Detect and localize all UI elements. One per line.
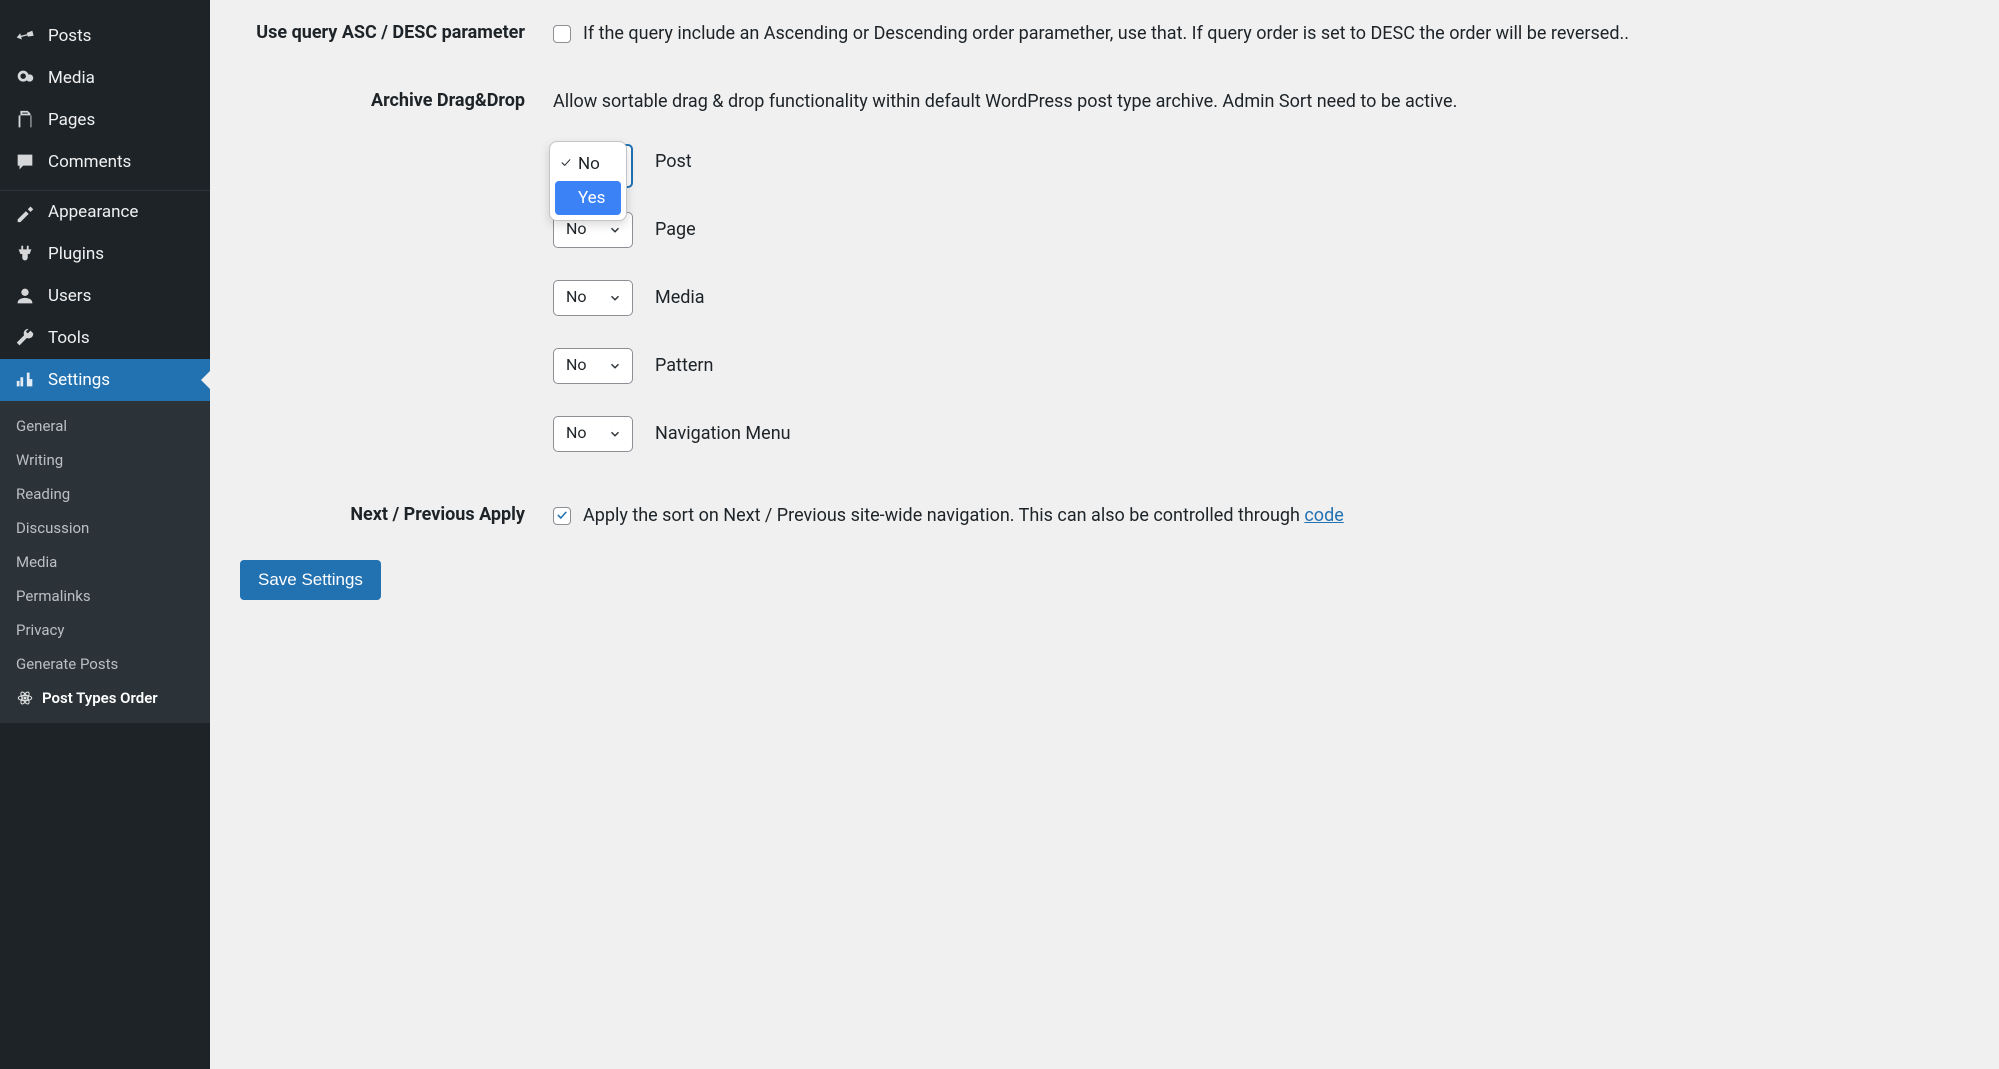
select-value: No: [566, 285, 587, 310]
sidebar-item-appearance[interactable]: Appearance: [0, 191, 210, 233]
atom-icon: [16, 689, 34, 707]
archive-row-post: ✓ No Yes Post: [553, 144, 1969, 180]
dropdown-option-no[interactable]: ✓ No: [555, 147, 621, 181]
archive-row-page: No Page: [553, 212, 1969, 248]
check-icon: ✓: [561, 153, 575, 175]
submenu-generate-posts[interactable]: Generate Posts: [0, 647, 210, 681]
sidebar-item-tools[interactable]: Tools: [0, 317, 210, 359]
nextprev-text: Apply the sort on Next / Previous site-w…: [583, 505, 1304, 526]
chevron-down-icon: [608, 427, 622, 441]
row-nextprev: Next / Previous Apply Apply the sort on …: [240, 502, 1969, 530]
settings-icon: [14, 369, 36, 391]
sidebar-label: Media: [48, 68, 95, 88]
option-label: No: [578, 151, 600, 177]
settings-submenu: General Writing Reading Discussion Media…: [0, 401, 210, 723]
submenu-general[interactable]: General: [0, 409, 210, 443]
users-icon: [14, 285, 36, 307]
appearance-icon: [14, 201, 36, 223]
archive-type-label: Page: [655, 216, 696, 244]
select-value: No: [566, 421, 587, 446]
submenu-permalinks[interactable]: Permalinks: [0, 579, 210, 613]
plugins-icon: [14, 243, 36, 265]
sidebar-item-posts[interactable]: Posts: [0, 15, 210, 57]
chevron-down-icon: [608, 223, 622, 237]
sidebar-label: Comments: [48, 152, 131, 172]
ascdesc-label: Use query ASC / DESC parameter: [240, 20, 525, 43]
nextprev-code-link[interactable]: code: [1304, 505, 1343, 526]
chevron-down-icon: [608, 291, 622, 305]
archive-row-navmenu: No Navigation Menu: [553, 416, 1969, 452]
pages-icon: [14, 109, 36, 131]
save-button[interactable]: Save Settings: [240, 560, 381, 600]
sidebar-item-media[interactable]: Media: [0, 57, 210, 99]
archive-type-label: Navigation Menu: [655, 420, 791, 448]
sidebar-label: Appearance: [48, 202, 138, 222]
row-archive: Archive Drag&Drop Allow sortable drag & …: [240, 88, 1969, 452]
submenu-privacy[interactable]: Privacy: [0, 613, 210, 647]
nextprev-checkbox[interactable]: [553, 507, 571, 525]
sidebar-label: Plugins: [48, 244, 104, 264]
archive-type-label: Media: [655, 284, 705, 312]
pin-icon: [14, 25, 36, 47]
archive-select-media[interactable]: No: [553, 280, 633, 316]
archive-row-media: No Media: [553, 280, 1969, 316]
sidebar-item-comments[interactable]: Comments: [0, 141, 210, 183]
submenu-writing[interactable]: Writing: [0, 443, 210, 477]
sidebar-label: Pages: [48, 110, 95, 130]
tools-icon: [14, 327, 36, 349]
option-label: Yes: [578, 185, 605, 211]
ascdesc-checkbox[interactable]: [553, 25, 571, 43]
submenu-post-types-order[interactable]: Post Types Order: [0, 681, 210, 715]
chevron-down-icon: [608, 359, 622, 373]
archive-type-label: Pattern: [655, 352, 713, 380]
dropdown-option-yes[interactable]: Yes: [555, 181, 621, 215]
sidebar-label: Tools: [48, 328, 90, 348]
sidebar-label: Settings: [48, 370, 110, 390]
archive-label: Archive Drag&Drop: [240, 88, 525, 111]
archive-description: Allow sortable drag & drop functionality…: [553, 88, 1969, 116]
select-value: No: [566, 217, 587, 242]
archive-select-post[interactable]: ✓ No Yes: [553, 144, 633, 180]
sidebar-label: Posts: [48, 26, 91, 46]
sidebar-item-plugins[interactable]: Plugins: [0, 233, 210, 275]
row-ascdesc: Use query ASC / DESC parameter If the qu…: [240, 20, 1969, 48]
archive-select-pattern[interactable]: No: [553, 348, 633, 384]
nextprev-label: Next / Previous Apply: [240, 502, 525, 525]
select-value: No: [566, 353, 587, 378]
media-icon: [14, 67, 36, 89]
comments-icon: [14, 151, 36, 173]
dropdown-list: ✓ No Yes: [549, 141, 627, 222]
archive-type-label: Post: [655, 148, 692, 176]
ascdesc-description: If the query include an Ascending or Des…: [583, 20, 1629, 48]
submenu-reading[interactable]: Reading: [0, 477, 210, 511]
submenu-media[interactable]: Media: [0, 545, 210, 579]
sidebar-item-pages[interactable]: Pages: [0, 99, 210, 141]
sidebar-item-users[interactable]: Users: [0, 275, 210, 317]
nextprev-description: Apply the sort on Next / Previous site-w…: [583, 502, 1344, 530]
sidebar-subitem-label: Post Types Order: [42, 689, 158, 707]
archive-row-pattern: No Pattern: [553, 348, 1969, 384]
sidebar-separator: [0, 183, 210, 191]
admin-sidebar: Posts Media Pages Comments Appearance Pl…: [0, 0, 210, 1069]
submenu-discussion[interactable]: Discussion: [0, 511, 210, 545]
sidebar-label: Users: [48, 286, 91, 306]
main-content: Use query ASC / DESC parameter If the qu…: [210, 0, 1999, 1069]
sidebar-item-settings[interactable]: Settings: [0, 359, 210, 401]
archive-select-navmenu[interactable]: No: [553, 416, 633, 452]
